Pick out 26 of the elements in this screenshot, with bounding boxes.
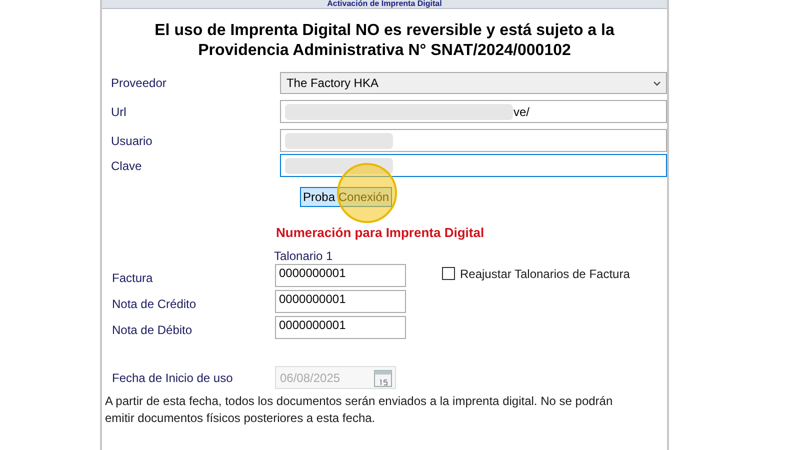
field-label: Fecha de Inicio de uso [112, 370, 234, 386]
input-field[interactable] [280, 129, 667, 152]
field-label: Factura [112, 270, 154, 286]
section-title: Numeración para Imprenta Digital [276, 225, 486, 241]
notice-paragraph: A partir de esta fecha, todos los documentos serán enviados a la imprenta digital. No se podrán emitir documentos físicos posteriores a esta fecha. [105, 393, 614, 427]
field-label: Proveedor [111, 75, 168, 92]
field-label: Nota de Débito [112, 322, 194, 338]
window-title: Activación de Imprenta Digital [327, 0, 442, 8]
input-field[interactable]: 0000000001 [275, 290, 406, 313]
calendar-icon [374, 368, 392, 387]
provider-dropdown[interactable]: The Factory HKA [280, 72, 667, 94]
input-field[interactable]: ve/ [280, 100, 667, 123]
checkbox-label: Reajustar Talonarios de Factura [460, 267, 630, 281]
field-label: Clave [111, 158, 143, 174]
input-field[interactable]: 0000000001 [275, 264, 406, 287]
test-connection-button[interactable]: Proba Conexión [300, 187, 392, 207]
field-label: Usuario [111, 132, 154, 150]
field-label: Nota de Crédito [112, 296, 198, 312]
warning-heading: Providencia Administrativa N° SNAT/2024/000102 [198, 41, 571, 61]
column-header: Talonario 1 [274, 249, 334, 263]
chevron-down-icon [653, 80, 661, 86]
input-field[interactable] [280, 154, 667, 177]
field-label: Url [111, 104, 128, 120]
warning-heading: El uso de Imprenta Digital NO es reversible y está sujeto a la [154, 21, 614, 41]
checkbox[interactable] [442, 267, 455, 280]
input-field[interactable]: 0000000001 [275, 316, 406, 339]
